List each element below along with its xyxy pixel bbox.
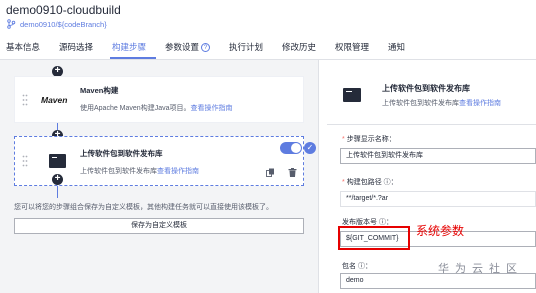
tab-source-selection[interactable]: 源码选择 <box>59 41 93 53</box>
step-description: 使用Apache Maven构建Java项目。查看操作指南 <box>80 103 232 113</box>
add-step-bottom-icon[interactable]: + <box>52 174 63 185</box>
copy-icon[interactable] <box>266 168 275 177</box>
tab-basic-info[interactable]: 基本信息 <box>6 41 40 53</box>
guide-link[interactable]: 查看操作指南 <box>190 105 232 112</box>
step-description: 上传软件包到软件发布库查看操作指南 <box>80 166 199 176</box>
branch-row: demo0910/${codeBranch} <box>6 19 107 29</box>
step-title: Maven构建 <box>80 86 119 95</box>
terminal-icon <box>49 154 66 168</box>
package-path-input[interactable]: **/target/*.?ar <box>340 191 536 207</box>
step-detail-pane: 上传软件包到软件发布库 上传软件包到软件发布库查看操作指南 * 步骤显示名称： 上… <box>319 60 536 293</box>
tab-build-steps[interactable]: 构建步骤 <box>112 41 146 53</box>
tab-notifications[interactable]: 通知 <box>388 41 405 53</box>
tab-parameter-settings[interactable]: 参数设置? <box>165 41 211 53</box>
drag-handle-icon[interactable] <box>22 94 28 106</box>
step-list-pane: + Maven Maven构建 使用Apache Maven构建Java项目。查… <box>0 60 318 293</box>
drag-handle-icon[interactable] <box>22 155 28 167</box>
tab-parameter-settings-label: 参数设置 <box>165 42 200 52</box>
step-enable-toggle[interactable] <box>280 142 302 154</box>
template-hint: 您可以将您的步骤组合保存为自定义模板，其他构建任务就可以直接使用该模板了。 <box>14 204 273 211</box>
active-tab-indicator <box>110 57 156 59</box>
header: demo0910-cloudbuild demo0910/${codeBranc… <box>0 0 536 36</box>
terminal-icon <box>343 88 361 102</box>
package-path-label: * 构建包路径 ⓘ： <box>342 177 398 187</box>
maven-logo: Maven <box>41 95 68 105</box>
selected-check-icon: ✓ <box>304 142 316 154</box>
required-marker: * <box>342 136 345 143</box>
detail-description: 上传软件包到软件发布库查看操作指南 <box>382 98 501 108</box>
help-icon[interactable]: ? <box>201 43 211 52</box>
tab-permission-management[interactable]: 权限管理 <box>335 41 369 53</box>
highlight-box <box>338 226 410 250</box>
branch-name[interactable]: demo0910/${codeBranch} <box>20 20 107 29</box>
tab-change-history[interactable]: 修改历史 <box>282 41 316 53</box>
toggle-knob <box>291 143 301 153</box>
tab-bar: 基本信息 源码选择 构建步骤 参数设置? 执行计划 修改历史 权限管理 通知 <box>0 36 536 60</box>
package-path-label-text: 构建包路径 ⓘ： <box>346 179 398 186</box>
page-title: demo0910-cloudbuild <box>6 3 121 17</box>
step-name-label: * 步骤显示名称： <box>342 134 396 144</box>
detail-guide-link[interactable]: 查看操作指南 <box>459 100 501 107</box>
step-name-label-text: 步骤显示名称： <box>346 136 396 143</box>
save-as-template-button[interactable]: 保存为自定义模板 <box>14 218 304 234</box>
guide-link[interactable]: 查看操作指南 <box>157 168 199 175</box>
watermark: 华为云社区 <box>438 263 523 275</box>
branch-icon <box>7 19 16 29</box>
annotation-system-parameter: 系统参数 <box>416 224 465 238</box>
step-card-maven[interactable]: Maven Maven构建 使用Apache Maven构建Java项目。查看操… <box>14 76 304 123</box>
package-name-label: 包名 ⓘ： <box>342 263 372 270</box>
step-title: 上传软件包到软件发布库 <box>80 149 163 158</box>
detail-divider <box>327 124 536 125</box>
delete-icon[interactable] <box>288 168 297 177</box>
tab-execution-plan[interactable]: 执行计划 <box>229 41 263 53</box>
step-description-text: 使用Apache Maven构建Java项目。 <box>80 105 191 112</box>
required-marker: * <box>342 179 345 186</box>
detail-description-text: 上传软件包到软件发布库 <box>382 100 459 107</box>
step-description-text: 上传软件包到软件发布库 <box>80 168 157 175</box>
detail-title: 上传软件包到软件发布库 <box>382 84 470 93</box>
step-name-input[interactable]: 上传软件包到软件发布库 <box>340 148 536 164</box>
